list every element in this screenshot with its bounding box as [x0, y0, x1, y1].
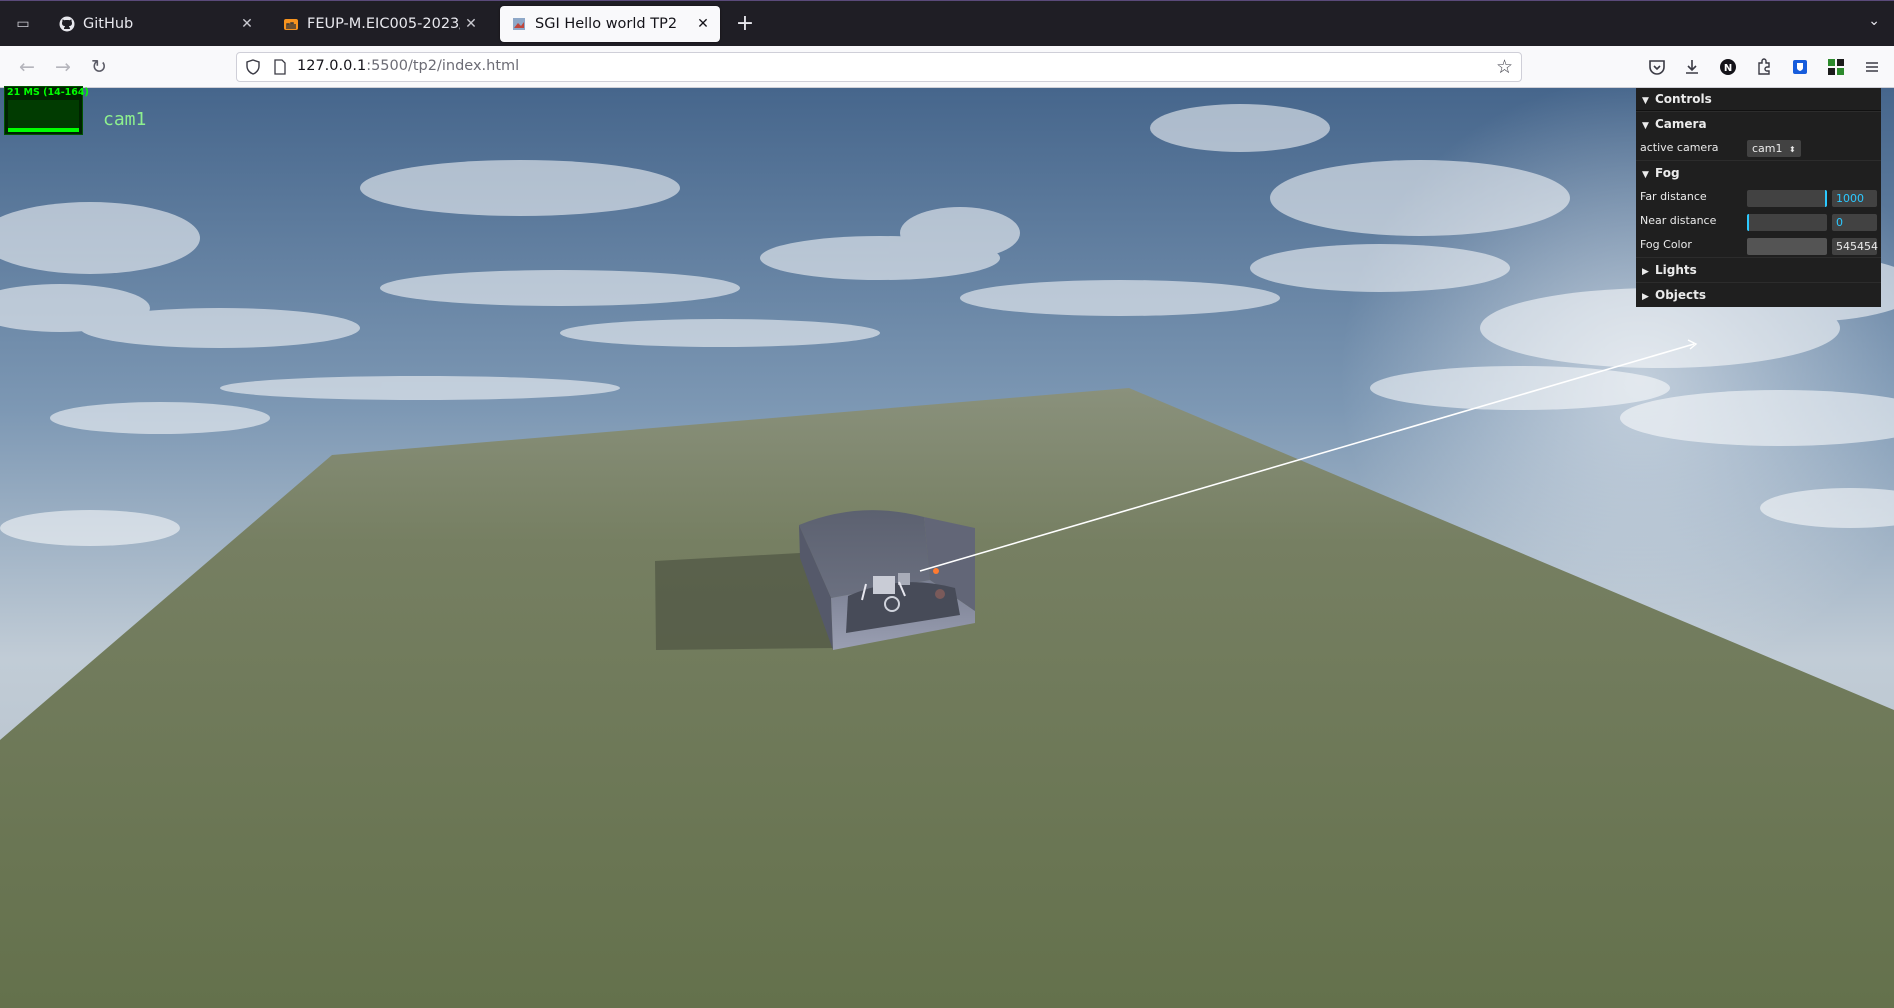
far-distance-input[interactable]: 1000: [1832, 190, 1877, 207]
github-icon: [58, 15, 76, 33]
grid-extension-icon[interactable]: [1825, 56, 1847, 78]
menu-icon[interactable]: [1861, 56, 1883, 78]
new-tab-icon[interactable]: +: [733, 12, 757, 36]
reload-icon[interactable]: ↻: [87, 56, 111, 78]
controls-panel: ▼ Controls ▼ Camera active camera cam1 ⬍ ▼…: [1636, 88, 1881, 307]
tab-github[interactable]: GitHub ✕: [48, 6, 264, 42]
forward-icon[interactable]: →: [51, 56, 75, 78]
url-bar[interactable]: 127.0.0.1:5500/tp2/index.html ☆: [236, 52, 1522, 82]
fog-color-input[interactable]: 545454: [1832, 238, 1878, 255]
stats-graph: [8, 100, 79, 132]
tab-title: FEUP-M.EIC005-2023/2024: [307, 16, 460, 32]
near-distance-row: Near distance 0: [1636, 209, 1881, 233]
url-text[interactable]: 127.0.0.1:5500/tp2/index.html: [297, 58, 519, 74]
svg-text:N: N: [1724, 63, 1732, 74]
stats-panel[interactable]: 21 MS (14-164): [4, 86, 89, 135]
chevron-down-icon: ▼: [1642, 170, 1649, 180]
tab-title: GitHub: [83, 16, 134, 32]
close-tab-icon[interactable]: ✕: [692, 16, 714, 32]
chevron-right-icon: ▶: [1642, 292, 1649, 302]
objects-folder-title[interactable]: ▶ Objects: [1636, 282, 1881, 307]
far-distance-label: Far distance: [1640, 190, 1707, 203]
account-icon[interactable]: N: [1717, 56, 1739, 78]
fog-color-swatch[interactable]: [1747, 238, 1827, 255]
scene-render: [0, 88, 1894, 1008]
bookmark-star-icon[interactable]: ☆: [1496, 56, 1513, 78]
page-icon: [510, 15, 528, 33]
bitwarden-icon[interactable]: [1789, 56, 1811, 78]
tab-sgi-hello-world[interactable]: SGI Hello world TP2 ✕: [500, 6, 720, 42]
tab-moodle[interactable]: FEUP-M.EIC005-2023/2024 ✕: [272, 6, 488, 42]
chevron-right-icon: ▶: [1642, 267, 1649, 277]
chevron-down-icon: ▼: [1642, 121, 1649, 131]
chevron-down-icon: ▼: [1642, 96, 1649, 106]
far-distance-slider[interactable]: [1747, 190, 1827, 207]
nav-bar: ← → ↻ 127.0.0.1:5500/tp2/index.html ☆ N: [0, 46, 1894, 88]
far-distance-row: Far distance 1000: [1636, 185, 1881, 209]
page-info-icon[interactable]: [273, 59, 287, 75]
extensions-icon[interactable]: [1753, 56, 1775, 78]
fog-color-label: Fog Color: [1640, 238, 1692, 251]
stats-ms-text: 21 MS (14-164): [7, 87, 89, 98]
downloads-icon[interactable]: [1681, 56, 1703, 78]
camera-label: cam1: [103, 109, 147, 130]
close-tab-icon[interactable]: ✕: [236, 16, 258, 32]
active-camera-row: active camera cam1 ⬍: [1636, 136, 1881, 160]
webgl-canvas[interactable]: [0, 88, 1894, 1008]
fog-folder-title[interactable]: ▼ Fog: [1636, 160, 1881, 185]
moodle-icon: [282, 15, 300, 33]
pocket-icon[interactable]: [1646, 56, 1668, 78]
tab-list-icon[interactable]: ▭: [12, 13, 34, 35]
active-camera-label: active camera: [1640, 141, 1719, 154]
near-distance-label: Near distance: [1640, 214, 1717, 227]
near-distance-input[interactable]: 0: [1832, 214, 1877, 231]
chevron-down-icon[interactable]: ⌄: [1868, 13, 1880, 29]
fog-color-row: Fog Color 545454: [1636, 233, 1881, 257]
close-tab-icon[interactable]: ✕: [460, 16, 482, 32]
tab-title: SGI Hello world TP2: [535, 16, 678, 32]
camera-folder-title[interactable]: ▼ Camera: [1636, 111, 1881, 136]
lights-folder-title[interactable]: ▶ Lights: [1636, 257, 1881, 282]
near-distance-slider[interactable]: [1747, 214, 1827, 231]
controls-title[interactable]: ▼ Controls: [1636, 88, 1881, 111]
shield-icon[interactable]: [245, 59, 261, 75]
active-camera-select[interactable]: cam1 ⬍: [1747, 140, 1801, 157]
tab-strip: ▭ GitHub ✕ FEUP-M.EIC005-2023/2024 ✕ SGI…: [0, 0, 1894, 46]
back-icon[interactable]: ←: [15, 56, 39, 78]
